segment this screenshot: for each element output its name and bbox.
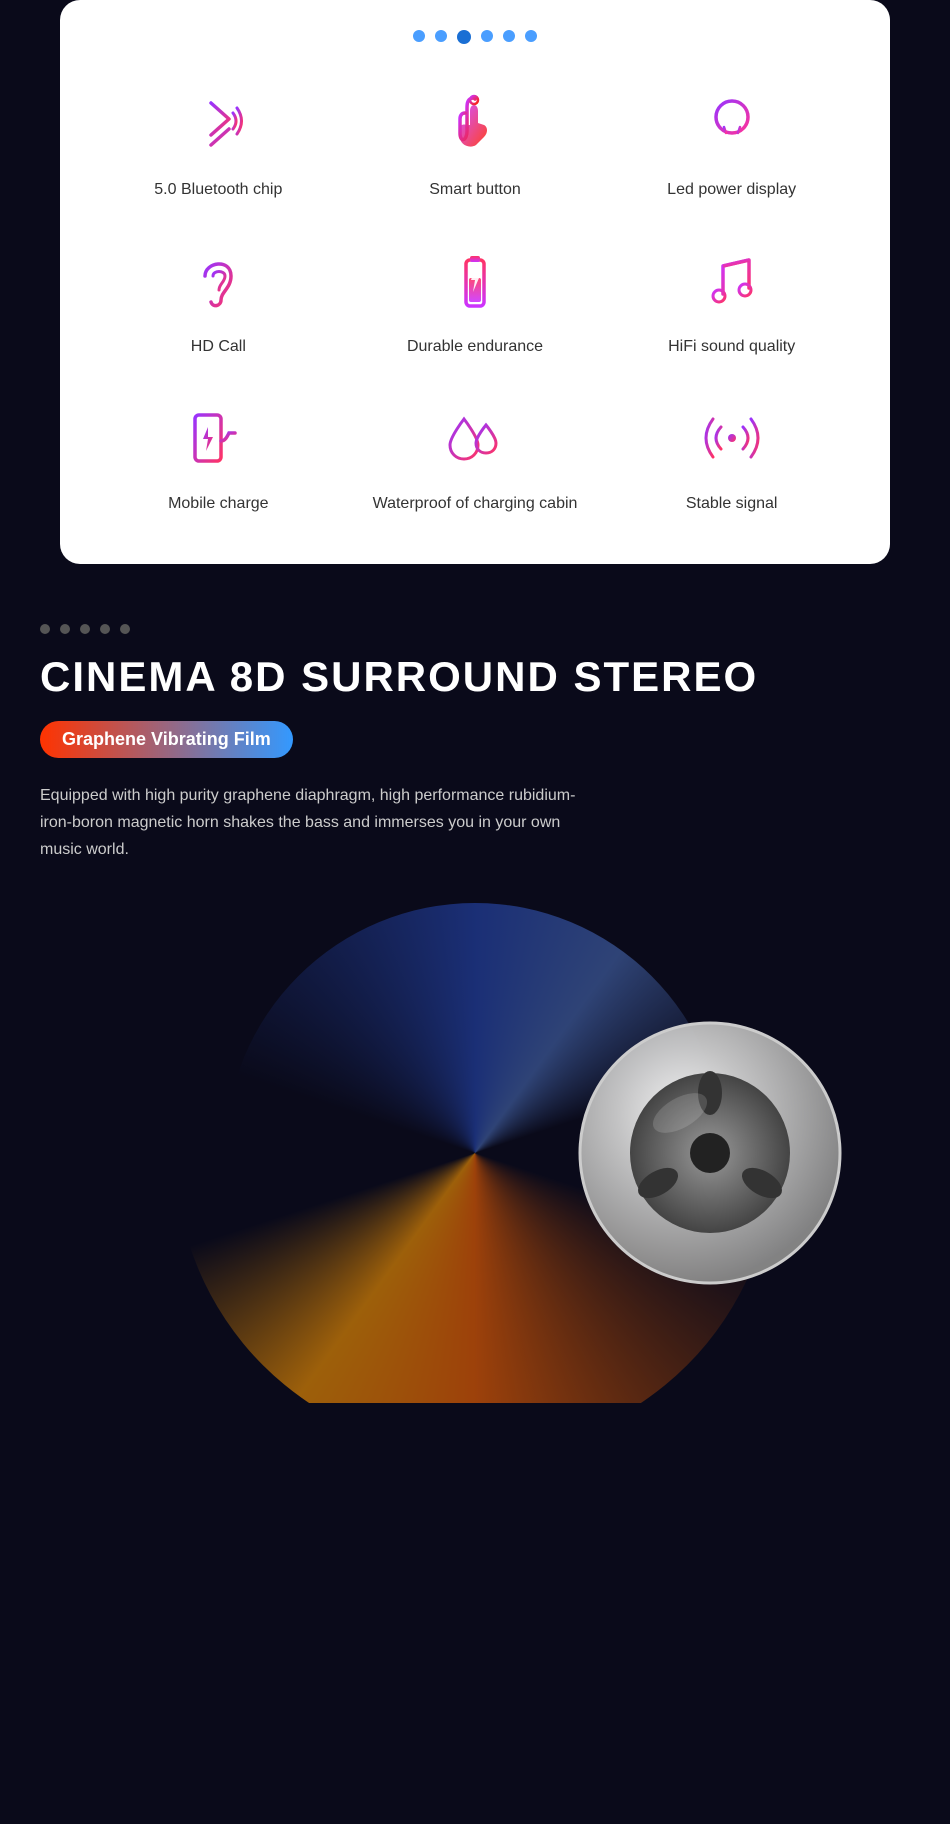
hifi-label: HiFi sound quality <box>668 337 795 358</box>
feature-waterproof: Waterproof of charging cabin <box>357 398 594 515</box>
dot-1[interactable] <box>413 30 425 42</box>
feature-bluetooth: 5.0 Bluetooth chip <box>100 84 337 201</box>
feature-stable-signal: Stable signal <box>613 398 850 515</box>
section-dots <box>40 624 910 634</box>
feature-hd-call: HD Call <box>100 241 337 358</box>
dot-6[interactable] <box>525 30 537 42</box>
promo-description: Equipped with high purity graphene diaph… <box>40 782 600 864</box>
graphene-badge: Graphene Vibrating Film <box>40 721 293 758</box>
carousel-dots[interactable] <box>80 30 870 44</box>
features-card: 5.0 Bluetooth chip <box>60 0 890 564</box>
earphone-disc-svg <box>570 1013 850 1293</box>
dark-promo-section: CINEMA 8D SURROUND STEREO Graphene Vibra… <box>0 564 950 1443</box>
bluetooth-label: 5.0 Bluetooth chip <box>154 180 282 201</box>
cinema-title: CINEMA 8D SURROUND STEREO <box>40 654 910 700</box>
battery-icon <box>435 241 515 321</box>
waterproof-label: Waterproof of charging cabin <box>373 494 578 515</box>
feature-hifi: HiFi sound quality <box>613 241 850 358</box>
dark-dot-3 <box>80 624 90 634</box>
music-icon <box>692 241 772 321</box>
product-image <box>40 903 910 1403</box>
durable-label: Durable endurance <box>407 337 543 358</box>
signal-icon <box>692 398 772 478</box>
feature-smart-button: Smart button <box>357 84 594 201</box>
bulb-icon <box>692 84 772 164</box>
touch-icon <box>435 84 515 164</box>
smart-button-label: Smart button <box>429 180 521 201</box>
ear-icon <box>178 241 258 321</box>
dark-dot-4 <box>100 624 110 634</box>
dot-4[interactable] <box>481 30 493 42</box>
mobile-charge-label: Mobile charge <box>168 494 269 515</box>
feature-durable: Durable endurance <box>357 241 594 358</box>
dark-dot-5 <box>120 624 130 634</box>
water-icon <box>435 398 515 478</box>
dot-5[interactable] <box>503 30 515 42</box>
bluetooth-icon <box>178 84 258 164</box>
led-power-label: Led power display <box>667 180 796 201</box>
dot-2[interactable] <box>435 30 447 42</box>
hd-call-label: HD Call <box>191 337 246 358</box>
feature-mobile-charge: Mobile charge <box>100 398 337 515</box>
features-grid: 5.0 Bluetooth chip <box>80 84 870 514</box>
dot-3[interactable] <box>457 30 471 44</box>
charge-icon <box>178 398 258 478</box>
feature-led-power: Led power display <box>613 84 850 201</box>
stable-signal-label: Stable signal <box>686 494 778 515</box>
dark-dot-2 <box>60 624 70 634</box>
dark-dot-1 <box>40 624 50 634</box>
